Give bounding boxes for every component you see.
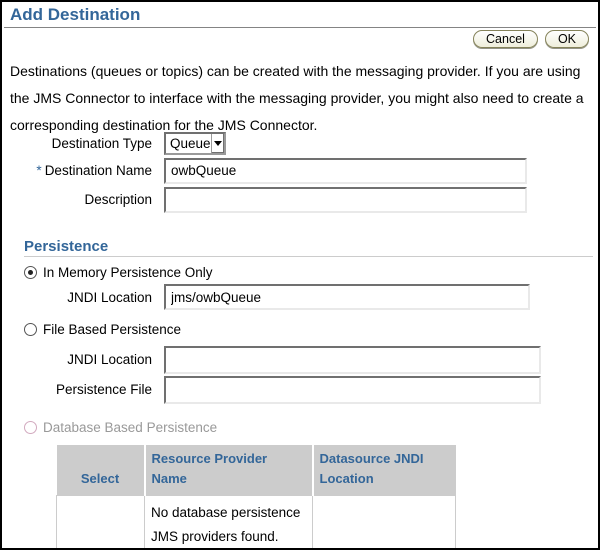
persistence-heading: Persistence xyxy=(24,238,108,255)
destination-name-row: *Destination Name xyxy=(2,157,527,184)
datasource-cell xyxy=(313,496,456,550)
cancel-button[interactable]: Cancel xyxy=(473,30,538,48)
in-memory-radio[interactable] xyxy=(24,266,37,279)
select-cell xyxy=(57,496,145,550)
ok-button[interactable]: OK xyxy=(545,30,589,48)
description-row: Description xyxy=(2,186,527,213)
database-based-label: Database Based Persistence xyxy=(43,420,217,435)
column-header-select: Select xyxy=(57,445,145,496)
database-based-radio xyxy=(24,421,37,434)
action-buttons: Cancel OK xyxy=(473,30,589,48)
persistence-divider xyxy=(24,256,593,257)
column-header-datasource-jndi: Datasource JNDI Location xyxy=(313,445,456,496)
intro-text: Destinations (queues or topics) can be c… xyxy=(10,58,584,139)
persistence-file-label: Persistence File xyxy=(2,382,152,397)
title-divider xyxy=(4,27,596,28)
column-header-resource-provider: Resource Provider Name xyxy=(145,445,313,496)
file-based-radio[interactable] xyxy=(24,323,37,336)
required-asterisk: * xyxy=(36,163,41,178)
page-title: Add Destination xyxy=(10,5,140,25)
description-input[interactable] xyxy=(164,187,527,213)
file-jndi-input[interactable] xyxy=(164,346,541,374)
destination-type-select[interactable]: Queue xyxy=(164,132,226,155)
file-based-label: File Based Persistence xyxy=(43,322,181,337)
empty-message-cell: No database persistence JMS providers fo… xyxy=(145,496,313,550)
in-memory-jndi-row: JNDI Location xyxy=(2,284,530,310)
in-memory-option: In Memory Persistence Only xyxy=(24,265,213,280)
in-memory-jndi-input[interactable] xyxy=(164,284,530,310)
persistence-file-input[interactable] xyxy=(164,376,541,404)
table-row: No database persistence JMS providers fo… xyxy=(57,496,456,550)
providers-table: Select Resource Provider Name Datasource… xyxy=(56,445,456,550)
destination-type-label: Destination Type xyxy=(2,136,152,151)
in-memory-label: In Memory Persistence Only xyxy=(43,265,213,280)
add-destination-dialog: Add Destination Cancel OK Destinations (… xyxy=(0,0,600,550)
chevron-down-icon xyxy=(211,134,224,153)
database-based-option: Database Based Persistence xyxy=(24,420,217,435)
file-based-option: File Based Persistence xyxy=(24,322,181,337)
destination-name-label: *Destination Name xyxy=(2,163,152,178)
destination-type-value: Queue xyxy=(166,136,211,151)
file-jndi-row: JNDI Location xyxy=(2,345,541,374)
destination-name-input[interactable] xyxy=(164,158,527,184)
table-header-row: Select Resource Provider Name Datasource… xyxy=(57,445,456,496)
persistence-file-row: Persistence File xyxy=(2,375,541,404)
description-label: Description xyxy=(2,192,152,207)
in-memory-jndi-label: JNDI Location xyxy=(2,290,152,305)
file-jndi-label: JNDI Location xyxy=(2,352,152,367)
destination-type-row: Destination Type Queue xyxy=(2,131,226,156)
